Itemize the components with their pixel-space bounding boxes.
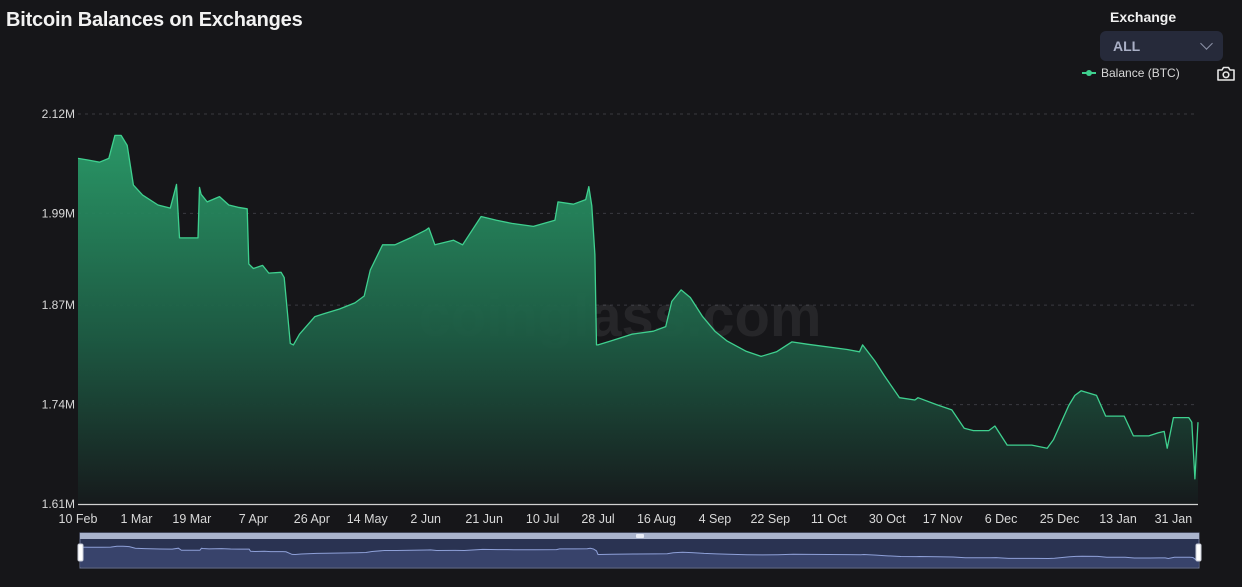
x-tick-label: 14 May [347, 512, 389, 526]
x-tick-label: 6 Dec [985, 512, 1018, 526]
slider-handle-right[interactable] [1195, 543, 1202, 562]
y-tick-label: 1.99M [42, 206, 75, 220]
x-tick-label: 31 Jan [1155, 512, 1193, 526]
x-tick-label: 21 Jun [465, 512, 503, 526]
slider-move-grip[interactable] [636, 534, 644, 538]
x-tick-label: 4 Sep [699, 512, 732, 526]
x-tick-label: 25 Dec [1040, 512, 1080, 526]
y-tick-label: 1.61M [42, 497, 75, 511]
x-tick-label: 26 Apr [294, 512, 330, 526]
x-tick-label: 11 Oct [811, 512, 847, 526]
x-tick-label: 2 Jun [410, 512, 441, 526]
y-tick-label: 1.74M [42, 398, 75, 412]
x-axis: 10 Feb 1 Mar 19 Mar 7 Apr 26 Apr 14 May 2 Jun 2… [59, 503, 1198, 526]
x-tick-label: 7 Apr [239, 512, 268, 526]
x-tick-label: 19 Mar [172, 512, 211, 526]
y-tick-label: 1.87M [42, 298, 75, 312]
data-zoom-slider[interactable] [77, 532, 1202, 569]
y-tick-label: 2.12M [42, 107, 75, 121]
x-tick-label: 28 Jul [581, 512, 614, 526]
x-tick-label: 17 Nov [923, 512, 963, 526]
x-tick-label: 16 Aug [637, 512, 676, 526]
y-axis: 1.61M 1.74M 1.87M 1.99M 2.12M [42, 107, 75, 511]
x-tick-label: 13 Jan [1099, 512, 1137, 526]
x-tick-label: 30 Oct [869, 512, 906, 526]
x-tick-label: 10 Jul [526, 512, 559, 526]
balance-chart: coinglass.com 1.61M1.74M1.87M1.99M2.12M … [42, 107, 1202, 569]
x-tick-label: 10 Feb [59, 512, 98, 526]
x-tick-label: 1 Mar [120, 512, 152, 526]
x-tick-label: 22 Sep [750, 512, 790, 526]
slider-handle-left[interactable] [77, 543, 84, 562]
